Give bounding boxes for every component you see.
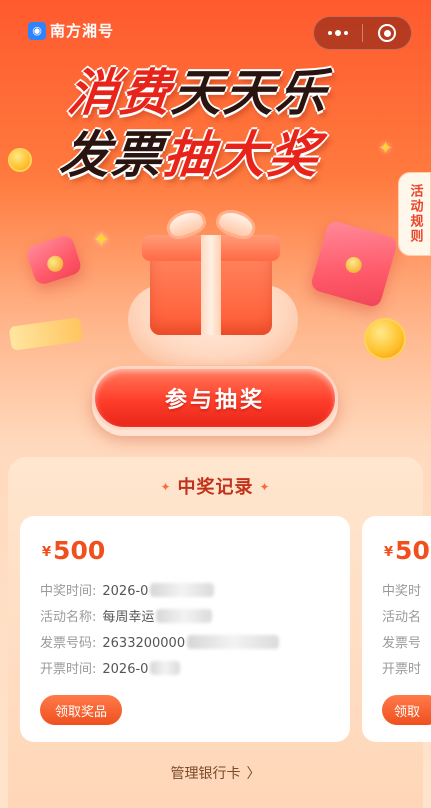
manage-bank-card-link[interactable]: 管理银行卡〉	[0, 763, 431, 783]
redacted-blur	[187, 635, 280, 649]
redacted-blur	[150, 661, 181, 675]
amount-value: 500	[53, 536, 106, 565]
win-time-label: 中奖时间:	[40, 584, 97, 599]
redacted-blur	[156, 609, 213, 623]
currency-symbol: ¥	[42, 545, 52, 560]
hero-text: 发票	[56, 126, 168, 184]
invoice-number-row: 发票号	[382, 632, 421, 651]
hero-title: 消费天天乐 发票抽大奖	[57, 62, 380, 186]
claim-prize-button[interactable]: 领取	[382, 695, 431, 725]
activity-name-label: 活动名	[382, 610, 422, 625]
coupon-ticket-icon	[8, 317, 84, 351]
hero-line-1: 消费天天乐	[65, 62, 384, 124]
nanfang-app-icon: ◉	[28, 21, 46, 40]
win-time-label: 中奖时	[382, 584, 422, 599]
issue-time-label: 开票时间:	[40, 662, 97, 677]
gift-box-illustration	[118, 204, 308, 370]
win-time-row: 中奖时间: 2026-0	[40, 580, 215, 599]
prize-amount: ¥50	[384, 536, 430, 565]
brand: ◉ 南方湘号	[28, 20, 114, 41]
activity-rules-tab[interactable]: 活动规则	[398, 172, 431, 256]
sparkle-icon: ✦	[160, 480, 172, 494]
sparkle-star-icon: ✦	[92, 228, 111, 253]
invoice-number-label: 发票号码:	[40, 636, 97, 651]
activity-name-value: 每周幸运	[102, 610, 155, 625]
join-lottery-button[interactable]: 参与抽奖	[92, 366, 338, 430]
chevron-right-icon: 〉	[246, 766, 261, 782]
activity-name-label: 活动名称:	[40, 610, 97, 625]
invoice-number-value: 2633200000	[102, 636, 186, 651]
red-envelope-icon	[309, 219, 399, 309]
brand-name: 南方湘号	[50, 22, 115, 40]
activity-name-row: 活动名称: 每周幸运	[40, 606, 213, 625]
amount-value: 50	[395, 536, 430, 565]
win-time-row: 中奖时	[382, 580, 421, 599]
activity-name-row: 活动名	[382, 606, 421, 625]
currency-symbol: ¥	[384, 545, 394, 560]
hero-text: 抽大奖	[160, 126, 324, 184]
invoice-number-label: 发票号	[382, 636, 422, 651]
gold-coin-icon	[8, 148, 32, 172]
win-time-value: 2026-0	[102, 584, 149, 599]
more-dots-icon	[328, 30, 348, 36]
hero-text: 消费	[64, 64, 176, 122]
top-bar: ◉ 南方湘号	[0, 0, 431, 62]
issue-time-value: 2026-0	[102, 662, 149, 677]
hero-text: 天天乐	[168, 64, 332, 122]
redacted-blur	[150, 583, 215, 597]
sparkle-icon: ✦	[259, 480, 271, 494]
issue-time-row: 开票时间: 2026-0	[40, 658, 181, 677]
more-button[interactable]	[314, 17, 362, 49]
prize-record-card: ¥50 中奖时 活动名 发票号 开票时 领取	[362, 516, 431, 742]
invoice-number-row: 发票号码: 2633200000	[40, 632, 280, 651]
gift-ribbon	[201, 235, 221, 335]
gold-coin-icon	[364, 318, 406, 360]
records-title-text: 中奖记录	[177, 477, 254, 498]
lottery-page: ✦ ✦ ◉ 南方湘号 消费天天乐 发票抽大奖 活动规则 参与抽奖 ✦ 中奖记录 …	[0, 0, 431, 808]
prize-record-card: ¥500 中奖时间: 2026-0 活动名称: 每周幸运 发票号码: 26332000…	[20, 516, 350, 742]
prize-amount: ¥500	[42, 536, 105, 565]
hero-line-2: 发票抽大奖	[57, 124, 384, 186]
close-mini-program-button[interactable]	[363, 17, 411, 49]
winning-records-title: ✦ 中奖记录 ✦	[8, 473, 423, 499]
issue-time-label: 开票时	[382, 662, 422, 677]
issue-time-row: 开票时	[382, 658, 421, 677]
mini-program-capsule	[313, 16, 412, 50]
red-envelope-icon	[24, 233, 84, 287]
claim-prize-button[interactable]: 领取奖品	[40, 695, 122, 725]
manage-bank-card-label: 管理银行卡	[170, 766, 241, 782]
target-circle-icon	[378, 24, 396, 42]
